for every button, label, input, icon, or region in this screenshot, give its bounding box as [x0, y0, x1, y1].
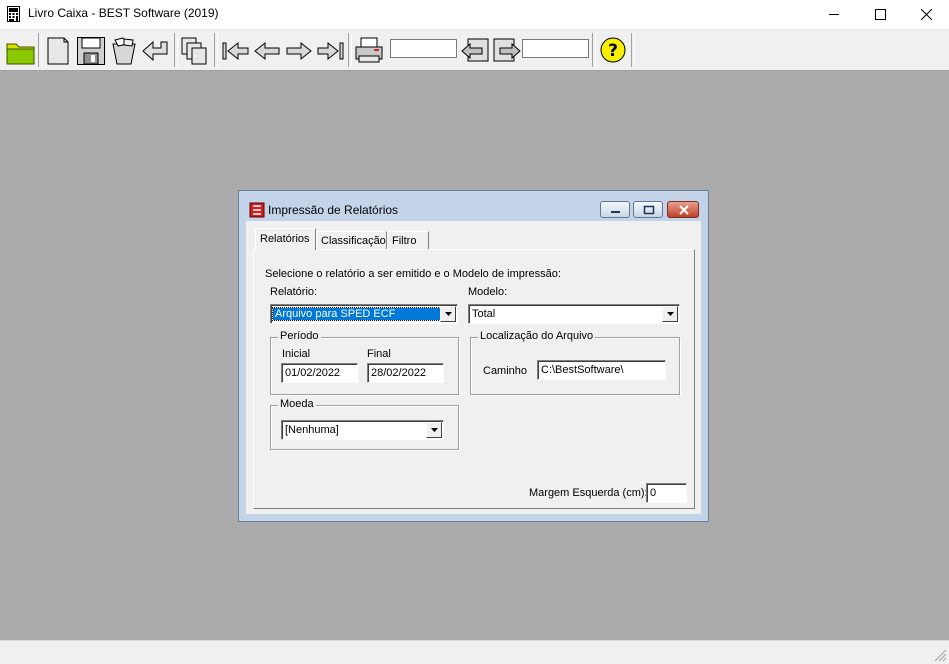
tab-relatorios[interactable]: Relatórios [255, 228, 316, 250]
inicial-label: Inicial [282, 348, 311, 360]
go-forward-button[interactable] [490, 33, 522, 67]
save-disk-icon [77, 37, 105, 65]
dialog-body: Classificação Filtro Relatórios Selecion… [246, 221, 701, 514]
modelo-dropdown-button[interactable] [662, 306, 678, 322]
relatorio-dropdown-button[interactable] [440, 306, 456, 322]
go-forward-icon [493, 38, 521, 62]
next-record-icon [286, 41, 312, 61]
localizacao-group: Localização do Arquivo Caminho C:\BestSo… [470, 330, 680, 395]
save-button[interactable] [74, 33, 106, 67]
previous-record-icon [254, 41, 280, 61]
minimize-icon [611, 211, 620, 213]
moeda-caption: Moeda [278, 398, 316, 410]
toolbar: ? [0, 30, 949, 71]
delete-button[interactable] [107, 33, 139, 67]
undo-icon [142, 40, 168, 62]
close-icon [921, 9, 932, 20]
copy-pages-icon [181, 37, 207, 65]
margem-field[interactable]: 0 [646, 483, 687, 503]
help-button[interactable]: ? [596, 33, 628, 67]
caminho-field[interactable]: C:\BestSoftware\ [537, 360, 666, 380]
window-title: Livro Caixa - BEST Software (2019) [28, 6, 219, 20]
toolbar-separator [631, 33, 635, 67]
tab-filtro[interactable]: Filtro [387, 231, 429, 250]
relatorio-label: Relatório: [270, 286, 318, 298]
report-icon [249, 202, 265, 218]
chevron-down-icon [431, 428, 438, 432]
localizacao-caption: Localização do Arquivo [478, 330, 596, 342]
moeda-selected-value: [Nenhuma] [285, 424, 339, 436]
last-record-icon [317, 41, 344, 61]
previous-record-button[interactable] [250, 33, 282, 67]
go-back-icon [461, 38, 489, 62]
maximize-button[interactable] [857, 0, 903, 29]
print-icon [355, 37, 383, 63]
dialog-minimize-button[interactable] [600, 201, 630, 218]
new-page-icon [47, 37, 69, 65]
search-input-1[interactable] [390, 39, 457, 58]
print-button[interactable] [352, 33, 384, 67]
first-record-button[interactable] [218, 33, 250, 67]
maximize-icon [875, 9, 886, 20]
tab-page-relatorios: Selecione o relatório a ser emitido e o … [253, 249, 695, 509]
dialog-title: Impressão de Relatórios [268, 203, 399, 217]
relatorio-selected-value: Arquivo para SPED ECF [272, 307, 441, 321]
chevron-down-icon [667, 312, 674, 316]
go-back-button[interactable] [458, 33, 490, 67]
chevron-down-icon [445, 312, 452, 316]
minimize-button[interactable] [811, 0, 857, 29]
moeda-dropdown-button[interactable] [426, 422, 442, 438]
restore-icon [643, 205, 655, 215]
app-icon [7, 6, 20, 22]
tab-classificacao[interactable]: Classificação [316, 231, 387, 250]
instruction-text: Selecione o relatório a ser emitido e o … [265, 268, 561, 280]
moeda-select[interactable]: [Nenhuma] [281, 420, 444, 440]
modelo-select[interactable]: Total [468, 304, 680, 324]
close-button[interactable] [903, 0, 949, 29]
next-record-button[interactable] [282, 33, 314, 67]
dialog-close-button[interactable] [667, 201, 699, 218]
undo-button[interactable] [139, 33, 171, 67]
help-icon: ? [600, 37, 626, 63]
print-reports-dialog: Impressão de Relatórios Classificação Fi… [238, 190, 709, 522]
last-record-button[interactable] [314, 33, 346, 67]
svg-text:?: ? [608, 41, 618, 61]
caminho-label: Caminho [483, 365, 528, 377]
modelo-label: Modelo: [468, 286, 508, 298]
close-icon [679, 205, 689, 215]
copy-button[interactable] [178, 33, 210, 67]
status-bar [0, 640, 949, 664]
open-button[interactable] [3, 33, 35, 67]
relatorio-select[interactable]: Arquivo para SPED ECF [270, 304, 458, 324]
resize-grip-icon[interactable] [931, 646, 947, 662]
final-date-field[interactable]: 28/02/2022 [367, 363, 444, 383]
periodo-group: Período Inicial 01/02/2022 Final 28/02/2… [270, 330, 459, 395]
dialog-restore-button[interactable] [633, 201, 663, 218]
modelo-selected-value: Total [472, 308, 496, 320]
delete-bin-icon [112, 37, 136, 65]
first-record-icon [222, 41, 249, 61]
inicial-date-field[interactable]: 01/02/2022 [281, 363, 358, 383]
margem-label: Margem Esquerda (cm): [529, 487, 648, 499]
periodo-caption: Período [278, 330, 321, 342]
search-input-2[interactable] [522, 39, 589, 58]
title-bar: Livro Caixa - BEST Software (2019) [0, 0, 949, 30]
moeda-group: Moeda [Nenhuma] [270, 398, 459, 450]
final-label: Final [367, 348, 391, 360]
new-button[interactable] [42, 33, 74, 67]
minimize-icon [829, 14, 839, 15]
open-folder-icon [6, 43, 35, 65]
